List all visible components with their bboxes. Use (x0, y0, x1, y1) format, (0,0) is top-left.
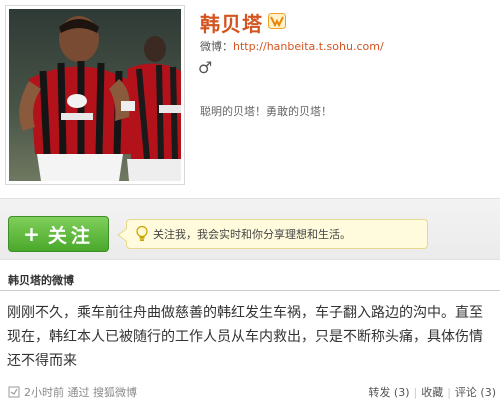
post-meta: 2小时前 通过 搜狐微博 (8, 384, 137, 400)
tip-arrow-inner (119, 229, 127, 241)
post-via: 通过 (67, 386, 90, 399)
post-text: 刚刚不久，乘车前往舟曲做慈善的韩红发生车祸，车子翻入路边的沟中。直至现在，韩红本… (7, 305, 483, 369)
blog-line: 微博：http://hanbeita.t.sohu.com/ (200, 38, 384, 54)
follow-button[interactable]: + 关注 (8, 216, 109, 252)
profile-avatar[interactable] (5, 5, 185, 185)
profile-name: 韩贝塔 (200, 12, 263, 36)
time-icon (8, 386, 20, 398)
comment-link[interactable]: 评论 (3) (455, 386, 496, 399)
repost-link[interactable]: 转发 (3) (368, 386, 409, 399)
profile-description: 聪明的贝塔！勇敢的贝塔！ (200, 105, 332, 118)
post-time[interactable]: 2小时前 (24, 386, 64, 399)
separator: | (447, 386, 451, 399)
plus-icon: + (23, 222, 44, 246)
post-actions: 转发 (3) | 收藏 | 评论 (3) (368, 384, 496, 400)
blog-label: 微博： (200, 40, 233, 53)
follow-label: 关注 (47, 224, 94, 247)
blog-url-link[interactable]: http://hanbeita.t.sohu.com/ (233, 40, 384, 53)
verified-badge-icon (268, 13, 286, 29)
feed-title: 韩贝塔的微博 (8, 274, 74, 287)
post-source-link[interactable]: 搜狐微博 (93, 386, 137, 399)
feed-divider (0, 290, 500, 291)
separator: | (413, 386, 418, 399)
gender-male-icon: ♂ (198, 58, 213, 77)
favorite-link[interactable]: 收藏 (421, 386, 443, 399)
avatar-photo (9, 9, 181, 181)
lightbulb-icon (136, 225, 148, 241)
follow-tip-text: 关注我，我会实时和你分享理想和生活。 (153, 228, 351, 241)
